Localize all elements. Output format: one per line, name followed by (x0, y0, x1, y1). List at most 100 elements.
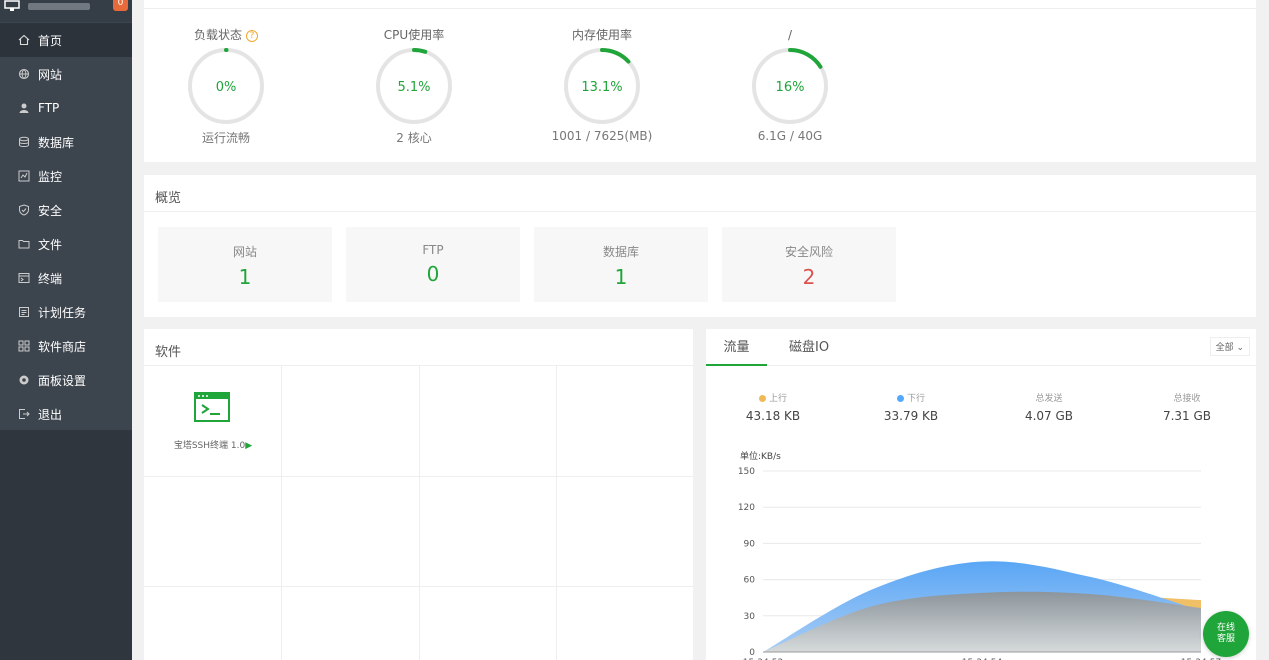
overview-value[interactable]: 1 (158, 265, 332, 289)
stat-label-text: 上行 (768, 394, 787, 404)
overview-panel: 概览 网站 1 FTP 0 数据库 1 安全风险 2 (144, 175, 1256, 317)
sidebar-item-terminal[interactable]: 终端 (0, 261, 132, 295)
sidebar-item-home[interactable]: 首页 (0, 23, 132, 57)
gauge-title-text: 负载状态 (193, 28, 242, 42)
gauge-ring: 16% (752, 48, 828, 124)
support-line1: 在线 (1216, 623, 1235, 633)
stat-value: 43.18 KB (745, 409, 801, 423)
gauge-0[interactable]: 负载状态? 0% 运行流畅 (166, 25, 286, 146)
sidebar-item-security[interactable]: 安全 (0, 193, 132, 227)
gauge-value: 16% (776, 80, 805, 95)
overview-ftp[interactable]: FTP 0 (346, 227, 520, 302)
overview-database[interactable]: 数据库 1 (534, 227, 708, 302)
y-tick-label: 60 (744, 576, 756, 586)
overview-label: 网站 (232, 245, 257, 259)
divider (144, 8, 1256, 9)
software-cell[interactable] (557, 587, 693, 660)
help-icon[interactable]: ? (246, 29, 258, 42)
gauge-subtitle: 1001 / 7625(MB) (551, 129, 653, 143)
online-support-button[interactable]: 在线 客服 (1203, 611, 1249, 657)
overview-value[interactable]: 2 (722, 265, 896, 289)
status-panel: 负载状态? 0% 运行流畅 CPU使用率 5.1% 2 核心 内存使用率 13.1% 1001 … (144, 0, 1256, 162)
tab-disk-io[interactable]: 磁盘IO (789, 329, 829, 366)
sidebar-item-monitor[interactable]: 监控 (0, 159, 132, 193)
home-icon (18, 34, 30, 46)
notification-badge[interactable]: 0 (113, 0, 128, 11)
gauge-ring: 5.1% (376, 48, 452, 124)
overview-website[interactable]: 网站 1 (158, 227, 332, 302)
sidebar-item-settings[interactable]: 面板设置 (0, 363, 132, 397)
software-cell[interactable] (282, 366, 420, 477)
support-label: 在线 客服 (1217, 623, 1235, 645)
range-select-label: 全部 (1215, 343, 1234, 353)
stat-value: 33.79 KB (883, 409, 939, 423)
gauge-title-text: CPU使用率 (383, 28, 445, 42)
software-title: 软件 (144, 329, 693, 366)
sidebar-header: 0 (0, 0, 132, 22)
sidebar-item-ftp[interactable]: FTP (0, 91, 132, 125)
software-label: 宝塔SSH终端 1.0 (173, 441, 246, 451)
software-cell[interactable] (420, 587, 557, 660)
software-cell[interactable] (144, 587, 282, 660)
globe-icon (18, 68, 30, 80)
sidebar-item-database[interactable]: 数据库 (0, 125, 132, 159)
folder-icon (18, 238, 30, 250)
traffic-chart: 030609012015015:34:5215:34:5415:34:57 (738, 467, 1221, 660)
range-select[interactable]: 全部 ⌄ (1209, 337, 1250, 356)
overview-label: 数据库 (602, 245, 639, 259)
software-cell[interactable] (282, 587, 420, 660)
server-name-blurred (28, 3, 90, 10)
stat-total-received: 总接收 7.31 GB (1137, 391, 1237, 423)
gauge-title-text: / (787, 28, 793, 42)
shield-icon (18, 204, 30, 216)
software-cell[interactable] (144, 477, 282, 587)
gauge-3[interactable]: / 16% 6.1G / 40G (730, 25, 850, 143)
stat-total-sent: 总发送 4.07 GB (999, 391, 1099, 423)
software-cell[interactable] (420, 477, 557, 587)
sidebar-item-cron[interactable]: 计划任务 (0, 295, 132, 329)
overview-security-risk[interactable]: 安全风险 2 (722, 227, 896, 302)
y-tick-label: 30 (744, 612, 756, 622)
software-panel: 软件 宝塔SSH终端 1.0▶ (144, 329, 693, 660)
gauge-2[interactable]: 内存使用率 13.1% 1001 / 7625(MB) (542, 25, 662, 143)
software-cell[interactable] (420, 366, 557, 477)
gauge-subtitle: 2 核心 (396, 131, 432, 145)
overview-title: 概览 (144, 175, 1256, 212)
sidebar-item-label: 文件 (38, 237, 63, 252)
stat-value: 4.07 GB (1024, 409, 1074, 423)
software-cell[interactable] (282, 477, 420, 587)
software-cell[interactable] (557, 366, 693, 477)
grid-icon (18, 340, 30, 352)
overview-value[interactable]: 0 (346, 262, 520, 286)
download-legend-dot (896, 395, 904, 402)
software-grid: 宝塔SSH终端 1.0▶ (144, 366, 693, 660)
sidebar-item-store[interactable]: 软件商店 (0, 329, 132, 363)
gauge-subtitle: 运行流畅 (201, 131, 250, 145)
sidebar-item-label: 安全 (38, 203, 63, 218)
sidebar-item-website[interactable]: 网站 (0, 57, 132, 91)
monitor-icon (18, 170, 30, 182)
stat-label: 上行 (723, 391, 823, 404)
y-tick-label: 150 (738, 467, 755, 477)
page-scrollbar[interactable] (1262, 0, 1269, 660)
tab-traffic[interactable]: 流量 (706, 329, 767, 366)
software-cell[interactable]: 宝塔SSH终端 1.0▶ (144, 366, 282, 477)
play-icon: ▶ (245, 441, 253, 451)
stat-upload: 上行 43.18 KB (723, 391, 823, 423)
overview-value[interactable]: 1 (534, 265, 708, 289)
gauge-title-text: 内存使用率 (571, 28, 632, 42)
gauge-1[interactable]: CPU使用率 5.1% 2 核心 (354, 25, 474, 146)
gauge-title: / (730, 25, 850, 45)
gear-icon (18, 374, 30, 386)
y-tick-label: 90 (744, 539, 756, 549)
sidebar-item-label: FTP (38, 101, 60, 115)
overview-label: FTP (422, 243, 444, 257)
traffic-tabs: 流量 磁盘IO 全部 ⌄ (706, 329, 1256, 366)
sidebar-item-files[interactable]: 文件 (0, 227, 132, 261)
software-cell[interactable] (557, 477, 693, 587)
sidebar-item-label: 终端 (38, 271, 63, 286)
software-name[interactable]: 宝塔SSH终端 1.0▶ (144, 438, 282, 451)
gauge-ring: 13.1% (564, 48, 640, 124)
stat-value: 7.31 GB (1162, 409, 1212, 423)
sidebar-item-logout[interactable]: 退出 (0, 397, 132, 431)
